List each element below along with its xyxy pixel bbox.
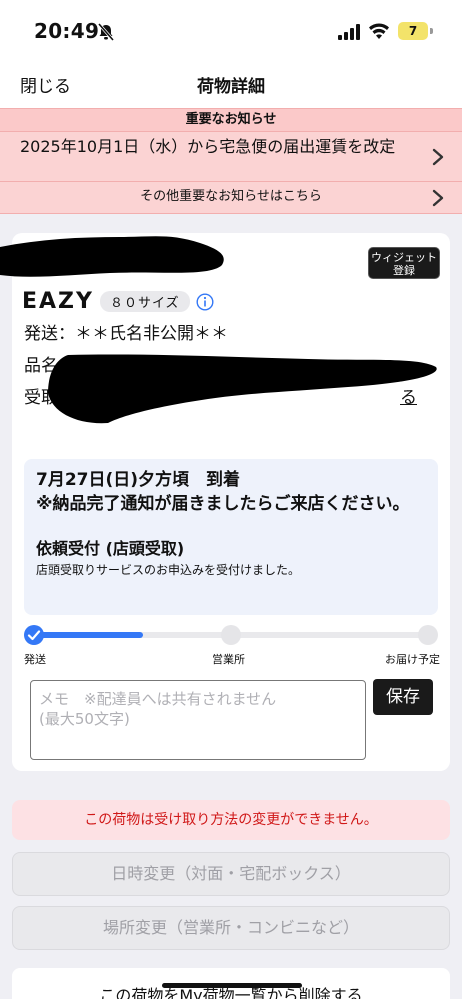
status-time: 20:49 — [34, 19, 100, 43]
size-badge: ８０サイズ — [99, 291, 190, 312]
sender-label: 発送： — [24, 324, 75, 344]
notice-section: 重要なお知らせ 2025年10月1日（水）から宅急便の届出運賃を改定 その他重要… — [0, 108, 462, 214]
memo-input[interactable]: メモ ※配達員へは共有されません (最大50文字) — [30, 680, 366, 760]
save-button[interactable]: 保存 — [373, 679, 433, 715]
memo-placeholder: メモ ※配達員へは共有されません (最大50文字) — [39, 690, 277, 728]
home-indicator — [162, 983, 302, 988]
chevron-right-icon — [432, 148, 444, 166]
redaction-scribble — [0, 236, 224, 277]
progress-label-shipped: 発送 — [24, 653, 46, 666]
signal-icon — [338, 24, 360, 40]
warning-message: この荷物は受け取り方法の変更ができません。 — [12, 800, 450, 840]
wifi-icon — [369, 23, 389, 39]
progress-step-delivery — [418, 625, 438, 645]
progress-step-office — [221, 625, 241, 645]
package-card: ウィジェット登録 EAZY ８０サイズ 発送：＊＊氏名非公開＊＊ 品名： 受取 … — [0, 233, 450, 771]
progress-labels: 発送 営業所 お届け予定 — [24, 651, 440, 667]
notice-other-text: その他重要なお知らせはこちら — [140, 189, 322, 204]
nav-bar: 荷物詳細 閉じる — [0, 62, 462, 108]
brand-row: EAZY ８０サイズ — [22, 289, 214, 314]
eazy-logo: EAZY — [22, 289, 94, 314]
progress-label-office: 営業所 — [212, 653, 245, 666]
progress-step-shipped — [24, 625, 44, 645]
info-icon[interactable] — [196, 292, 214, 311]
date-change-button[interactable]: 日時変更（対面・宅配ボックス） — [12, 852, 450, 896]
place-change-button[interactable]: 場所変更（営業所・コンビニなど） — [12, 906, 450, 950]
notice-other-link[interactable]: その他重要なお知らせはこちら — [0, 182, 462, 214]
notice-header: 重要なお知らせ — [0, 108, 462, 132]
close-button[interactable]: 閉じる — [20, 72, 71, 97]
notice-main-text: 2025年10月1日（水）から宅急便の届出運賃を改定 — [20, 137, 396, 156]
delivery-progress-bar — [24, 625, 438, 645]
sender-value: ＊＊氏名非公開＊＊ — [75, 324, 228, 344]
progress-fill — [34, 632, 143, 638]
arrival-info-box: 7月27日(日)夕方頃 到着 ※納品完了通知が届きましたらご来店ください。 依頼… — [24, 459, 438, 615]
battery-cap — [430, 28, 433, 34]
check-icon — [27, 630, 41, 641]
progress-label-delivery: お届け予定 — [385, 653, 440, 666]
redaction-scribble — [48, 354, 437, 424]
sender-row: 発送：＊＊氏名非公開＊＊ — [24, 319, 228, 344]
request-title: 依頼受付 (店頭受取) — [36, 539, 185, 558]
arrival-date: 7月27日(日)夕方頃 到着 — [36, 470, 241, 490]
notice-main-link[interactable]: 2025年10月1日（水）から宅急便の届出運賃を改定 — [0, 132, 462, 182]
bell-muted-icon — [97, 23, 115, 41]
widget-register-button[interactable]: ウィジェット登録 — [368, 247, 440, 279]
battery-indicator: 7 — [398, 22, 428, 40]
chevron-right-icon — [432, 189, 444, 207]
arrival-note: ※納品完了通知が届きましたらご来店ください。 — [36, 494, 410, 514]
status-bar: 20:49 7 — [0, 0, 462, 62]
request-description: 店頭受取りサービスのお申込みを受付けました。 — [36, 563, 301, 577]
